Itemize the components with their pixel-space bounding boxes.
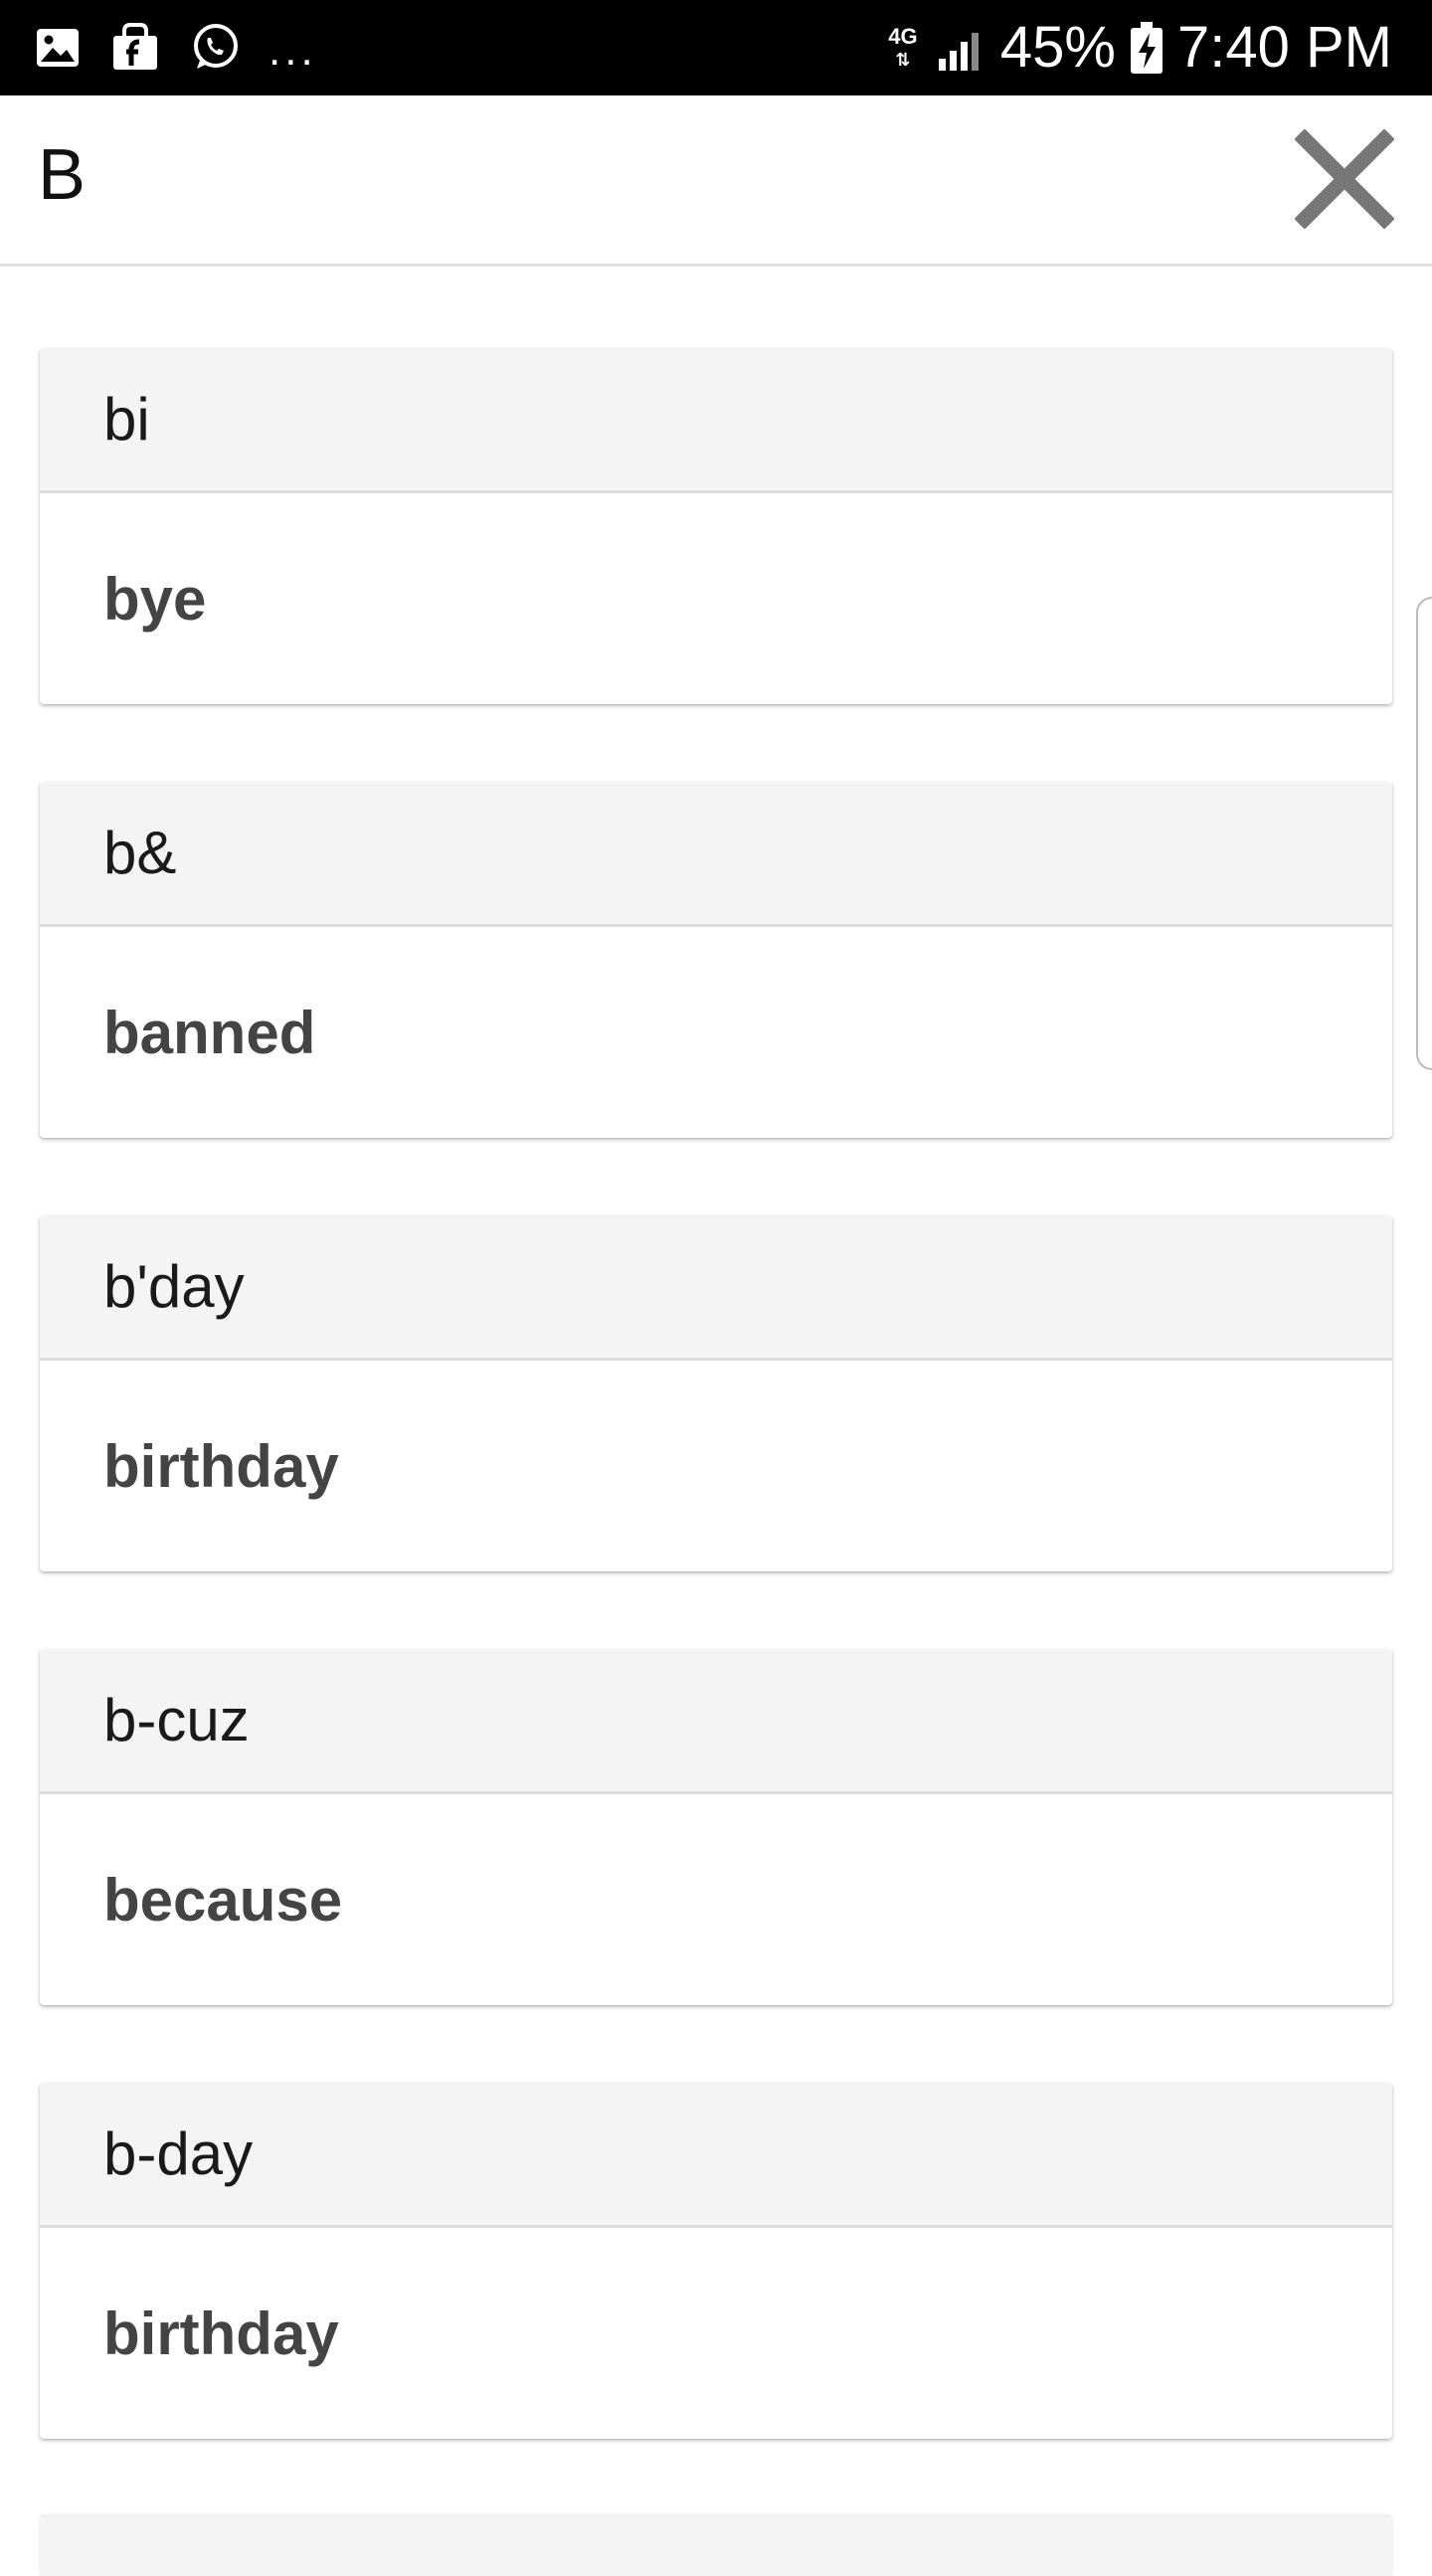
entry-card[interactable]: b-day birthday xyxy=(40,2083,1392,2439)
shopping-bag-icon xyxy=(113,23,157,70)
whatsapp-icon xyxy=(194,24,238,69)
battery-charging-icon xyxy=(1131,22,1163,74)
entry-term: b& xyxy=(40,782,1392,927)
clock: 7:40 PM xyxy=(1177,15,1392,80)
app-bar: B xyxy=(0,95,1432,267)
entry-term: b-day xyxy=(40,2083,1392,2228)
notification-icons: ... xyxy=(34,22,317,74)
entry-term: b'day xyxy=(40,1215,1392,1361)
entry-meaning: banned xyxy=(103,999,316,1066)
entry-meaning: birthday xyxy=(103,1432,339,1500)
entry-meaning: birthday xyxy=(103,2300,339,2367)
status-indicators: 4G ⇅ 45% 7:40 PM xyxy=(883,14,1392,82)
entry-list: bi bye b& banned b'day birthday b-cuz be… xyxy=(40,348,1392,2576)
entry-term: bi xyxy=(40,348,1392,493)
network-type-icon: 4G ⇅ xyxy=(888,24,918,70)
signal-icon xyxy=(938,33,979,71)
close-icon xyxy=(1294,128,1395,230)
image-icon xyxy=(37,29,79,67)
entry-card[interactable]: b'day birthday xyxy=(40,1215,1392,1571)
more-notifications: ... xyxy=(268,26,317,75)
status-bar: ... 4G ⇅ 45% 7:40 PM xyxy=(0,0,1432,95)
close-button[interactable] xyxy=(1294,128,1395,230)
entry-card[interactable]: b-cuz because xyxy=(40,1649,1392,2005)
entry-card-partial[interactable] xyxy=(40,2516,1392,2576)
battery-percent: 45% xyxy=(999,15,1116,80)
entry-card[interactable]: bi bye xyxy=(40,348,1392,704)
entry-term: b-cuz xyxy=(40,1649,1392,1794)
network-type-label: 4G xyxy=(888,24,918,49)
entry-meaning: bye xyxy=(103,565,207,633)
entry-meaning: because xyxy=(103,1866,343,1933)
scroll-handle[interactable] xyxy=(1416,597,1432,1070)
page-title: B xyxy=(38,135,87,215)
entry-card[interactable]: b& banned xyxy=(40,782,1392,1138)
